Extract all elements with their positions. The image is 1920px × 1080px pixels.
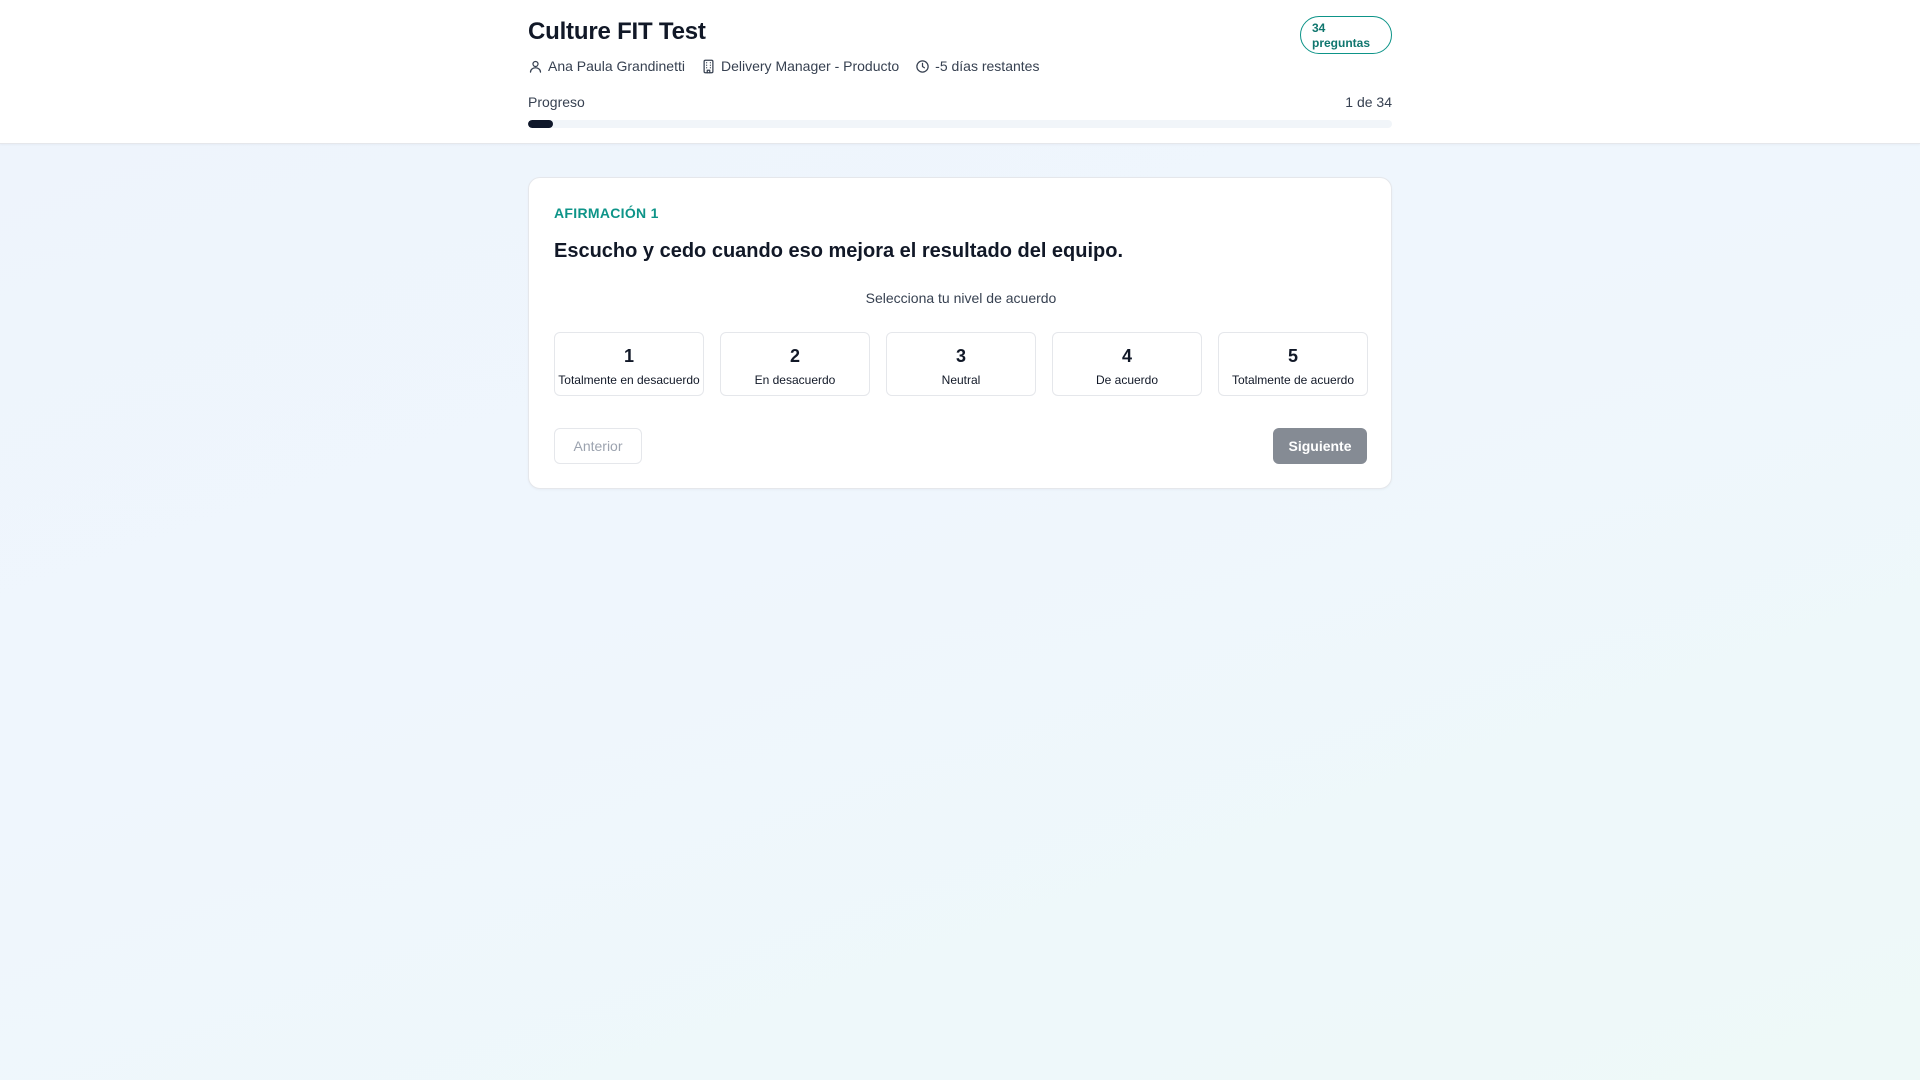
- previous-button[interactable]: Anterior: [554, 428, 642, 464]
- time-remaining: -5 días restantes: [935, 58, 1040, 74]
- option-value: 1: [623, 346, 634, 366]
- option-4[interactable]: 4 De acuerdo: [1052, 332, 1202, 396]
- option-label: Totalmente en desacuerdo: [558, 373, 700, 387]
- option-2[interactable]: 2 En desacuerdo: [720, 332, 870, 396]
- option-label: En desacuerdo: [754, 373, 836, 387]
- page-title: Culture FIT Test: [528, 18, 706, 45]
- question-card: AFIRMACIÓN 1 Escucho y cedo cuando eso m…: [528, 177, 1392, 489]
- option-label: Neutral: [941, 373, 981, 387]
- test-meta: Ana Paula Grandinetti Delivery Manager -…: [528, 56, 1055, 76]
- header-content: Culture FIT Test 34 preguntas Ana Paula …: [528, 0, 1392, 144]
- option-label: De acuerdo: [1095, 373, 1159, 387]
- option-3[interactable]: 3 Neutral: [886, 332, 1036, 396]
- building-icon: [703, 59, 714, 73]
- option-value: 2: [789, 346, 800, 366]
- option-label: Totalmente de acuerdo: [1231, 373, 1355, 387]
- question-number: AFIRMACIÓN 1: [554, 205, 659, 221]
- question-statement: Escucho y cedo cuando eso mejora el resu…: [554, 240, 1124, 262]
- scale-instruction: Selecciona tu nivel de acuerdo: [865, 290, 1057, 306]
- option-value: 5: [1287, 346, 1298, 366]
- test-header: Culture FIT Test 34 preguntas Ana Paula …: [0, 0, 1920, 144]
- option-5[interactable]: 5 Totalmente de acuerdo: [1218, 332, 1368, 396]
- progress-label: Progreso: [528, 94, 585, 110]
- user-icon: [529, 60, 542, 73]
- option-value: 4: [1121, 346, 1132, 366]
- option-value: 3: [955, 346, 966, 366]
- progress-count: 1 de 34: [1345, 94, 1392, 110]
- likert-options: 1 Totalmente en desacuerdo 2 En desacuer…: [554, 332, 1368, 396]
- question-count-badge: 34 preguntas: [1300, 16, 1392, 54]
- candidate-name: Ana Paula Grandinetti: [548, 58, 685, 74]
- progress-bar: [528, 120, 1392, 128]
- position-name: Delivery Manager - Producto: [720, 58, 900, 74]
- progress-bar-fill: [528, 120, 554, 128]
- clock-icon: [916, 59, 929, 73]
- position-info: Delivery Manager - Producto: [701, 58, 899, 74]
- next-button[interactable]: Siguiente: [1273, 428, 1367, 464]
- option-1[interactable]: 1 Totalmente en desacuerdo: [554, 332, 704, 396]
- time-remaining-info: -5 días restantes: [915, 58, 1039, 74]
- candidate-info: Ana Paula Grandinetti: [528, 58, 685, 74]
